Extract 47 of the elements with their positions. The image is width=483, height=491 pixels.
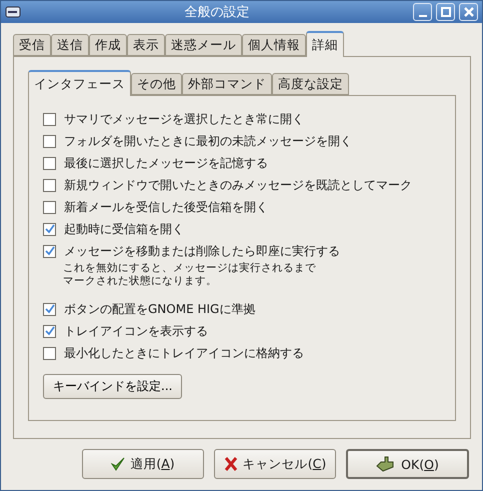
option-label: フォルダを開いたときに最初の未読メッセージを開く — [64, 132, 352, 150]
tab[interactable]: 送信 — [51, 34, 89, 56]
check-icon — [111, 457, 126, 471]
cancel-button[interactable]: キャンセル(C) — [214, 449, 336, 479]
tab[interactable]: インタフェース — [28, 70, 131, 96]
option-label: トレイアイコンを表示する — [64, 322, 208, 340]
hand-icon — [376, 456, 396, 472]
checkbox[interactable] — [43, 112, 56, 126]
checkbox[interactable] — [43, 200, 56, 214]
option-label: メッセージを移動または削除したら即座に実行する — [64, 242, 340, 260]
option-label: 新規ウィンドウで開いたときのみメッセージを既読としてマーク — [64, 176, 412, 194]
tab[interactable]: 作成 — [89, 34, 127, 56]
checkbox[interactable] — [43, 302, 56, 316]
checkbox[interactable] — [43, 178, 56, 192]
option-label: ボタンの配置をGNOME HIGに準拠 — [64, 300, 256, 318]
checkbox[interactable] — [43, 324, 56, 338]
tab[interactable]: 高度な設定 — [272, 73, 349, 95]
tab[interactable]: 個人情報 — [242, 34, 306, 56]
checkbox[interactable] — [43, 346, 56, 360]
option-label: 新着メールを受信した後受信箱を開く — [64, 198, 268, 216]
minimize-icon — [418, 15, 426, 17]
close-button[interactable] — [459, 3, 478, 21]
tab[interactable]: 外部コマンド — [182, 73, 272, 95]
checkbox[interactable] — [43, 134, 56, 148]
keybind-button[interactable]: キーバインドを設定... — [43, 374, 182, 399]
maximize-button[interactable] — [436, 3, 455, 21]
tab[interactable]: その他 — [131, 73, 182, 95]
maximize-icon — [440, 7, 450, 17]
tab[interactable]: 受信 — [13, 34, 51, 56]
tab[interactable]: 迷惑メール — [165, 34, 242, 56]
option-label: サマリでメッセージを選択したとき常に開く — [64, 110, 304, 128]
checkbox[interactable] — [43, 156, 56, 170]
tab[interactable]: 表示 — [127, 34, 165, 56]
close-icon — [464, 7, 474, 17]
checkbox[interactable] — [43, 222, 56, 236]
option-label: 最後に選択したメッセージを記憶する — [64, 154, 268, 172]
option-note: これを無効にすると、メッセージは実行されるまで マークされた状態になります。 — [62, 262, 317, 288]
ok-button[interactable]: OK(O) — [346, 449, 469, 479]
checkbox[interactable] — [43, 244, 56, 258]
apply-button[interactable]: 適用(A) — [82, 449, 204, 479]
tab[interactable]: 詳細 — [306, 31, 344, 57]
option-label: 起動時に受信箱を開く — [64, 220, 184, 238]
cross-icon — [224, 457, 238, 471]
minimize-button[interactable] — [413, 3, 432, 21]
app-icon — [5, 5, 21, 19]
option-label: 最小化したときにトレイアイコンに格納する — [64, 344, 304, 362]
window-title: 全般の設定 — [184, 4, 250, 21]
